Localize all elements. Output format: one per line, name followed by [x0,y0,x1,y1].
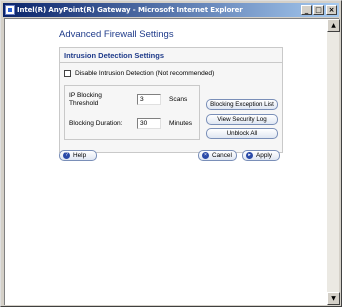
minimize-button[interactable]: _ [301,5,312,15]
help-icon: ? [63,152,70,159]
cancel-icon: × [202,152,209,159]
scroll-down-button[interactable]: ▼ [327,292,340,305]
apply-button-label: Apply [256,152,272,159]
browser-window: Intel(R) AnyPoint(R) Gateway - Microsoft… [0,0,342,307]
maximize-button[interactable]: □ [313,5,324,15]
disable-intrusion-label: Disable Intrusion Detection (Not recomme… [75,70,215,77]
blocking-duration-unit: Minutes [169,120,193,127]
ip-blocking-label-line2: Threshold [69,100,99,107]
unblock-all-button[interactable]: Unblock All [206,128,278,139]
cancel-button-label: Cancel [212,152,232,159]
apply-icon: ▸ [246,152,253,159]
disable-intrusion-row: Disable Intrusion Detection (Not recomme… [64,70,214,77]
panel-divider [60,62,282,63]
window-title: Intel(R) AnyPoint(R) Gateway - Microsoft… [17,6,243,14]
panel-title: Intrusion Detection Settings [64,51,165,60]
close-button[interactable]: × [326,5,337,15]
help-button-label: Help [73,152,87,159]
apply-button[interactable]: ▸ Apply [242,150,280,161]
ip-blocking-label-line1: IP Blocking [69,92,102,99]
help-button[interactable]: ? Help [59,150,97,161]
blocking-exception-list-button[interactable]: Blocking Exception List [206,99,278,110]
scroll-up-button[interactable]: ▲ [327,19,340,32]
page-title: Advanced Firewall Settings [59,29,174,40]
ip-blocking-unit: Scans [169,96,188,103]
ie-app-icon [5,5,15,15]
blocking-duration-input[interactable]: 30 [137,118,161,129]
view-security-log-button[interactable]: View Security Log [206,114,278,125]
vertical-scrollbar[interactable]: ▲ ▼ [326,19,340,305]
blocking-duration-label: Blocking Duration: [69,120,123,127]
intrusion-detection-panel: Intrusion Detection Settings Disable Int… [59,47,283,153]
disable-intrusion-checkbox[interactable] [64,70,71,77]
page-content: Advanced Firewall Settings Intrusion Det… [4,18,340,305]
title-bar[interactable]: Intel(R) AnyPoint(R) Gateway - Microsoft… [3,3,339,17]
cancel-button[interactable]: × Cancel [198,150,237,161]
ip-blocking-threshold-input[interactable]: 3 [137,94,161,105]
blocking-settings-box: IP Blocking Threshold 3 Scans Blocking D… [64,85,200,140]
